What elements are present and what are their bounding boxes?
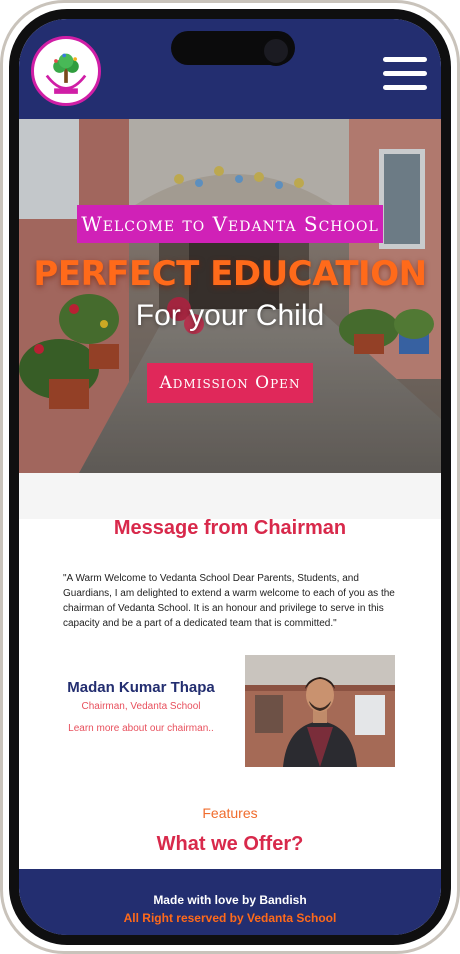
admission-open-button[interactable]: Admission Open	[147, 363, 313, 403]
features-title: What we Offer?	[156, 833, 304, 855]
chairman-photo-image	[245, 655, 395, 767]
footer-copyright: All Right reserved by Vedanta School	[123, 911, 337, 925]
chairman-name: Madan Kumar Thapa	[67, 679, 215, 696]
hero-background-image	[19, 119, 441, 473]
welcome-banner: Welcome to Vedanta School	[77, 205, 383, 243]
chairman-photo	[245, 655, 395, 767]
site-footer: Made with love by Bandish All Right rese…	[19, 869, 441, 935]
hero-subheadline: For your Child	[135, 299, 325, 332]
section-divider	[19, 473, 441, 519]
features-label: Features	[202, 805, 258, 821]
chairman-message: "A Warm Welcome to Vedanta School Dear P…	[63, 573, 395, 629]
hero-banner: Welcome to Vedanta School PERFECT EDUCAT…	[19, 119, 441, 473]
school-logo[interactable]	[31, 36, 101, 106]
logo-graphic	[35, 40, 97, 102]
screen: Welcome to Vedanta School PERFECT EDUCAT…	[19, 19, 441, 935]
footer-credit: Made with love by Bandish	[153, 893, 307, 907]
chairman-learn-more-link[interactable]: Learn more about our chairman..	[49, 723, 233, 734]
hero-headline: PERFECT EDUCATION	[33, 254, 427, 294]
chairman-section-title: Message from Chairman	[113, 517, 347, 539]
phone-frame: Welcome to Vedanta School PERFECT EDUCAT…	[0, 0, 460, 954]
site-header	[19, 19, 441, 119]
hamburger-menu-icon[interactable]	[383, 57, 427, 97]
front-camera	[261, 36, 291, 66]
chairman-role: Chairman, Vedanta School	[81, 701, 201, 712]
phone-bezel: Welcome to Vedanta School PERFECT EDUCAT…	[9, 9, 451, 945]
